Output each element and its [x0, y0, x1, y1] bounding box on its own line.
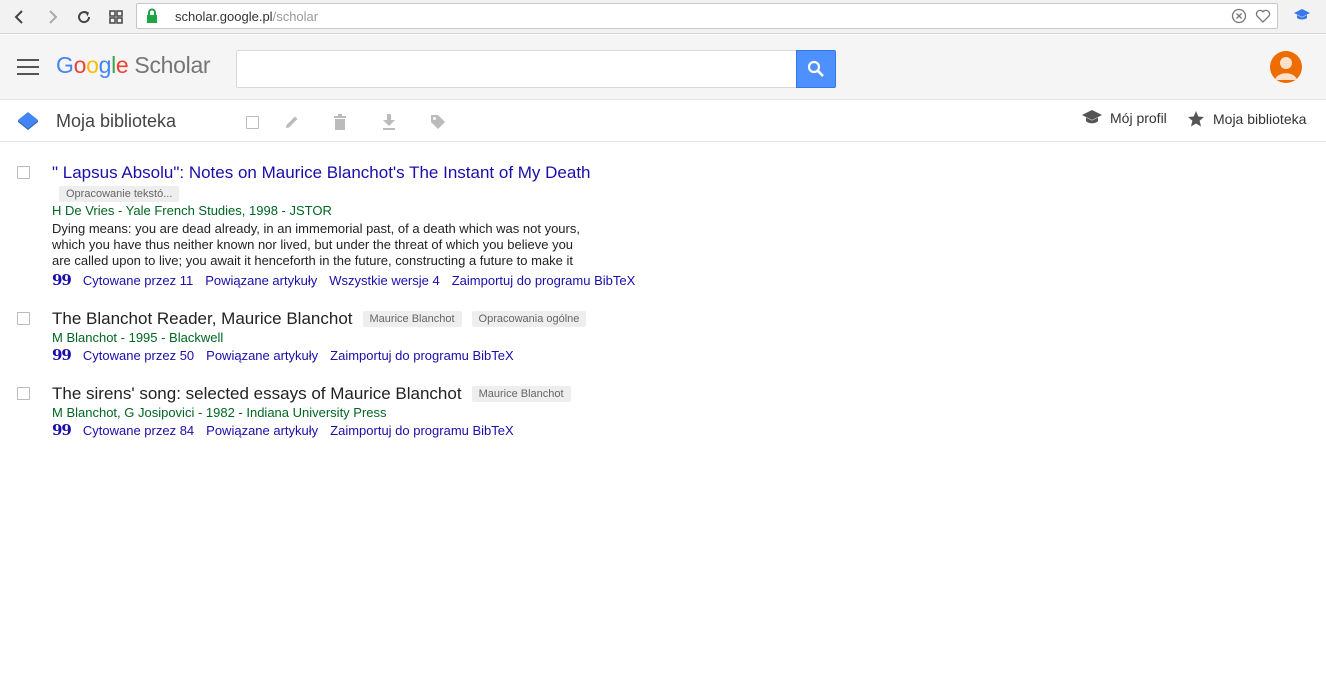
- result-links: 99 Cytowane przez 11 Powiązane artykuły …: [52, 271, 647, 289]
- related-articles-link[interactable]: Powiązane artykuły: [205, 273, 317, 288]
- my-profile-label: Mój profil: [1110, 110, 1167, 126]
- cited-by-link[interactable]: Cytowane przez 11: [83, 273, 193, 288]
- result-meta: M Blanchot, G Josipovici - 1982 - Indian…: [52, 405, 387, 420]
- menu-icon: [17, 59, 39, 61]
- snippet-line: which you have thus neither known nor li…: [52, 237, 574, 252]
- select-all-checkbox[interactable]: [245, 115, 259, 129]
- lock-icon: [147, 8, 157, 23]
- scholar-header: Google Scholar: [0, 35, 1326, 100]
- page-title: Moja biblioteka: [56, 111, 177, 131]
- star-icon: [1188, 111, 1204, 127]
- address-bar[interactable]: scholar.google.pl/scholar: [136, 3, 1278, 29]
- result-title: The Blanchot Reader, Maurice Blanchot Mau…: [52, 309, 587, 329]
- cited-by-link[interactable]: Cytowane przez 84: [83, 423, 194, 438]
- snippet-line: Dying means: you are dead already, in an…: [52, 221, 580, 236]
- result-checkbox[interactable]: [17, 166, 30, 179]
- download-icon: [383, 114, 395, 130]
- search-input[interactable]: [236, 50, 797, 88]
- related-articles-link[interactable]: Powiązane artykuły: [206, 348, 318, 363]
- library-toolbar: Moja biblioteka Mój profil Moja bibliote…: [0, 101, 1326, 142]
- select-all-button[interactable]: [242, 112, 262, 132]
- heart-icon[interactable]: [1255, 8, 1271, 24]
- result-checkbox[interactable]: [17, 312, 30, 325]
- scholar-extension-icon[interactable]: [1294, 8, 1310, 22]
- logo-product: Scholar: [134, 52, 211, 78]
- logo-letter: g: [98, 52, 112, 78]
- result-links: 99 Cytowane przez 84 Powiązane artykuły …: [52, 421, 526, 439]
- result-title-text: The Blanchot Reader, Maurice Blanchot: [52, 309, 353, 328]
- back-button[interactable]: [8, 5, 32, 29]
- related-articles-link[interactable]: Powiązane artykuły: [206, 423, 318, 438]
- result-meta: M Blanchot - 1995 - Blackwell: [52, 330, 224, 345]
- all-versions-link[interactable]: Wszystkie wersje 4: [329, 273, 440, 288]
- shield-x-icon[interactable]: [1231, 8, 1247, 24]
- result-label[interactable]: Opracowania ogólne: [471, 310, 587, 327]
- reload-icon: [78, 11, 91, 24]
- menu-icon-bar: [17, 73, 39, 75]
- account-avatar[interactable]: [1270, 51, 1302, 83]
- result-label[interactable]: Opracowanie tekstó...: [59, 186, 180, 202]
- my-library-link[interactable]: Moja biblioteka: [1187, 110, 1306, 128]
- library-logo-icon[interactable]: [17, 111, 39, 131]
- edit-icon: [286, 116, 298, 128]
- avatar-icon: [1275, 57, 1297, 80]
- import-bibtex-link[interactable]: Zaimportuj do programu BibTeX: [452, 273, 636, 288]
- url-path: /scholar: [272, 9, 319, 24]
- result-meta: H De Vries - Yale French Studies, 1998 -…: [52, 203, 332, 218]
- result-snippet: Dying means: you are dead already, in an…: [52, 221, 612, 269]
- back-icon: [14, 10, 23, 24]
- label-icon: [431, 115, 445, 129]
- import-bibtex-link[interactable]: Zaimportuj do programu BibTeX: [330, 423, 514, 438]
- graduation-cap-icon: [1082, 110, 1102, 124]
- tabs-grid-icon: [109, 10, 123, 24]
- tabs-button[interactable]: [104, 5, 128, 29]
- cited-by-link[interactable]: Cytowane przez 50: [83, 348, 194, 363]
- delete-button[interactable]: [330, 112, 350, 132]
- logo-letter: o: [73, 52, 87, 78]
- label-button[interactable]: [428, 112, 448, 132]
- trash-icon: [334, 114, 346, 130]
- import-bibtex-link[interactable]: Zaimportuj do programu BibTeX: [330, 348, 514, 363]
- result-title: The sirens' song: selected essays of Mau…: [52, 384, 571, 404]
- quote-icon[interactable]: 99: [52, 346, 72, 364]
- snippet-line: are called upon to live; you await it he…: [52, 253, 574, 268]
- url-text: scholar.google.pl/scholar: [175, 9, 318, 24]
- quote-icon[interactable]: 99: [52, 421, 72, 439]
- url-host: scholar.google.pl: [175, 9, 273, 24]
- my-library-label: Moja biblioteka: [1213, 111, 1307, 127]
- result-label[interactable]: Maurice Blanchot: [362, 310, 462, 327]
- google-scholar-logo[interactable]: Google Scholar: [56, 52, 211, 79]
- menu-button[interactable]: [17, 59, 39, 75]
- menu-icon-bar: [17, 66, 39, 68]
- result-checkbox[interactable]: [17, 387, 30, 400]
- search-button[interactable]: [796, 50, 836, 88]
- logo-letter: o: [86, 52, 99, 78]
- my-profile-link[interactable]: Mój profil: [1082, 110, 1167, 126]
- quote-icon[interactable]: 99: [52, 271, 72, 289]
- result-title[interactable]: " Lapsus Absolu": Notes on Maurice Blanc…: [52, 163, 591, 183]
- forward-button[interactable]: [40, 5, 64, 29]
- search-icon: [807, 60, 824, 77]
- logo-letter: G: [56, 52, 74, 78]
- forward-icon: [49, 10, 58, 24]
- export-button[interactable]: [379, 112, 399, 132]
- browser-toolbar: scholar.google.pl/scholar: [0, 0, 1326, 34]
- reload-button[interactable]: [72, 5, 96, 29]
- result-title-text: The sirens' song: selected essays of Mau…: [52, 384, 462, 403]
- result-label[interactable]: Maurice Blanchot: [471, 385, 571, 402]
- result-links: 99 Cytowane przez 50 Powiązane artykuły …: [52, 346, 526, 364]
- edit-button[interactable]: [282, 112, 302, 132]
- logo-letter: e: [115, 52, 129, 78]
